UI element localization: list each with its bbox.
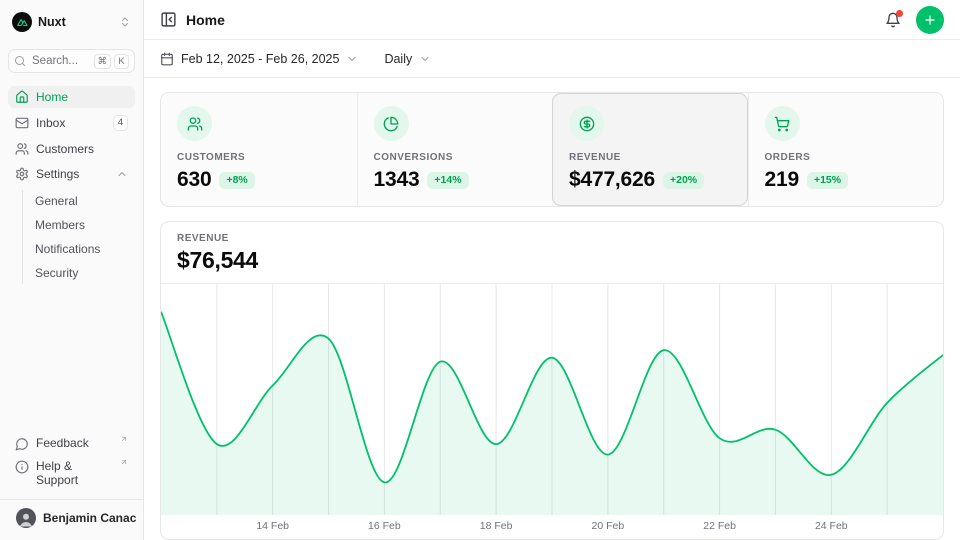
home-icon	[15, 90, 29, 104]
page-header: Home	[144, 0, 960, 40]
search-icon	[14, 55, 26, 67]
sidebar-item-customers[interactable]: Customers	[8, 138, 135, 160]
user-menu[interactable]: Benjamin Canac	[0, 499, 143, 532]
avatar	[16, 508, 36, 528]
sidebar-item-general[interactable]: General	[23, 190, 135, 212]
stat-delta-badge: +15%	[807, 172, 848, 189]
users-icon	[15, 142, 29, 156]
revenue-panel-label: REVENUE	[177, 233, 927, 244]
notifications-bell-button[interactable]	[885, 12, 901, 28]
main-area: Home Feb 12, 2025 - Feb 26, 2025	[144, 0, 960, 540]
gear-icon	[15, 167, 29, 181]
users-icon	[177, 106, 212, 141]
x-axis-label: 20 Feb	[592, 520, 625, 532]
x-axis-label: 16 Feb	[368, 520, 401, 532]
chevron-down-icon	[346, 53, 358, 65]
search-placeholder: Search...	[32, 55, 88, 67]
sidebar-item-members[interactable]: Members	[23, 214, 135, 236]
dashboard-content: CUSTOMERS 630 +8% CONVERSIONS 1343 +14%	[144, 78, 960, 540]
external-link-icon	[120, 458, 128, 466]
stat-label: CUSTOMERS	[177, 152, 341, 163]
sidebar: Nuxt Search... ⌘ K Home	[0, 0, 144, 540]
inbox-badge: 4	[113, 115, 128, 131]
date-range-picker[interactable]: Feb 12, 2025 - Feb 26, 2025	[160, 52, 358, 66]
circle-dollar-icon	[569, 106, 604, 141]
revenue-panel-value: $76,544	[177, 247, 927, 274]
stat-card-revenue[interactable]: REVENUE $477,626 +20%	[552, 93, 748, 206]
chevron-up-icon	[116, 168, 128, 180]
kbd-cmd: ⌘	[94, 54, 112, 69]
x-axis-label: 24 Feb	[815, 520, 848, 532]
x-axis-label: 22 Feb	[703, 520, 736, 532]
stat-card-conversions[interactable]: CONVERSIONS 1343 +14%	[357, 93, 553, 206]
sidebar-item-notifications[interactable]: Notifications	[23, 238, 135, 260]
app-root: Nuxt Search... ⌘ K Home	[0, 0, 960, 540]
search-shortcut: ⌘ K	[94, 54, 130, 69]
stat-label: REVENUE	[569, 152, 732, 163]
cart-icon	[765, 106, 800, 141]
revenue-panel: REVENUE $76,544 14 Feb 16 Feb 18 Feb 20 Feb…	[160, 221, 944, 540]
header-actions	[885, 6, 944, 34]
stat-card-customers[interactable]: CUSTOMERS 630 +8%	[161, 93, 357, 206]
settings-submenu: General Members Notifications Security	[22, 190, 135, 284]
stat-label: CONVERSIONS	[374, 152, 537, 163]
calendar-icon	[160, 52, 174, 66]
stats-row: CUSTOMERS 630 +8% CONVERSIONS 1343 +14%	[160, 92, 944, 207]
user-name: Benjamin Canac	[43, 511, 136, 525]
notification-dot	[896, 10, 903, 17]
period-select[interactable]: Daily	[384, 52, 431, 66]
period-value: Daily	[384, 52, 412, 66]
kbd-k: K	[114, 54, 129, 69]
chart-x-axis: 14 Feb 16 Feb 18 Feb 20 Feb 22 Feb 24 Feb	[161, 515, 943, 539]
stat-delta-badge: +20%	[663, 172, 704, 189]
pie-chart-icon	[374, 106, 409, 141]
inbox-icon	[15, 116, 29, 130]
add-new-button[interactable]	[916, 6, 944, 34]
stat-delta-badge: +8%	[219, 172, 254, 189]
stat-value: $477,626	[569, 168, 655, 192]
external-link-icon	[120, 435, 128, 443]
revenue-chart[interactable]: 14 Feb 16 Feb 18 Feb 20 Feb 22 Feb 24 Feb	[161, 284, 943, 539]
help-icon	[15, 460, 29, 474]
sidebar-item-help-support[interactable]: Help & Support	[8, 455, 135, 491]
nuxt-logo-icon	[12, 12, 32, 32]
sidebar-item-feedback[interactable]: Feedback	[8, 432, 135, 455]
sidebar-item-settings[interactable]: Settings	[8, 163, 135, 185]
workspace-name: Nuxt	[38, 15, 113, 29]
sidebar-item-security[interactable]: Security	[23, 262, 135, 284]
stat-label: ORDERS	[765, 152, 928, 163]
stat-value: 630	[177, 168, 211, 192]
filters-toolbar: Feb 12, 2025 - Feb 26, 2025 Daily	[144, 40, 960, 78]
feedback-icon	[15, 437, 29, 451]
stat-card-orders[interactable]: ORDERS 219 +15%	[748, 93, 944, 206]
chevrons-up-down-icon	[119, 16, 131, 28]
stat-value: 219	[765, 168, 799, 192]
stat-value: 1343	[374, 168, 420, 192]
workspace-switcher[interactable]: Nuxt	[8, 8, 135, 36]
date-range-value: Feb 12, 2025 - Feb 26, 2025	[181, 52, 339, 66]
sidebar-spacer	[8, 284, 135, 432]
revenue-area-chart[interactable]	[161, 284, 943, 515]
page-title: Home	[186, 12, 225, 28]
sidebar-item-inbox[interactable]: Inbox 4	[8, 111, 135, 135]
sidebar-nav: Home Inbox 4 Customers Settings	[8, 86, 135, 284]
stat-delta-badge: +14%	[427, 172, 468, 189]
revenue-panel-header: REVENUE $76,544	[161, 222, 943, 284]
x-axis-label: 14 Feb	[256, 520, 289, 532]
x-axis-label: 18 Feb	[480, 520, 513, 532]
chevron-down-icon	[419, 53, 431, 65]
search-input[interactable]: Search... ⌘ K	[8, 49, 135, 73]
sidebar-item-home[interactable]: Home	[8, 86, 135, 108]
collapse-sidebar-button[interactable]	[160, 11, 177, 28]
